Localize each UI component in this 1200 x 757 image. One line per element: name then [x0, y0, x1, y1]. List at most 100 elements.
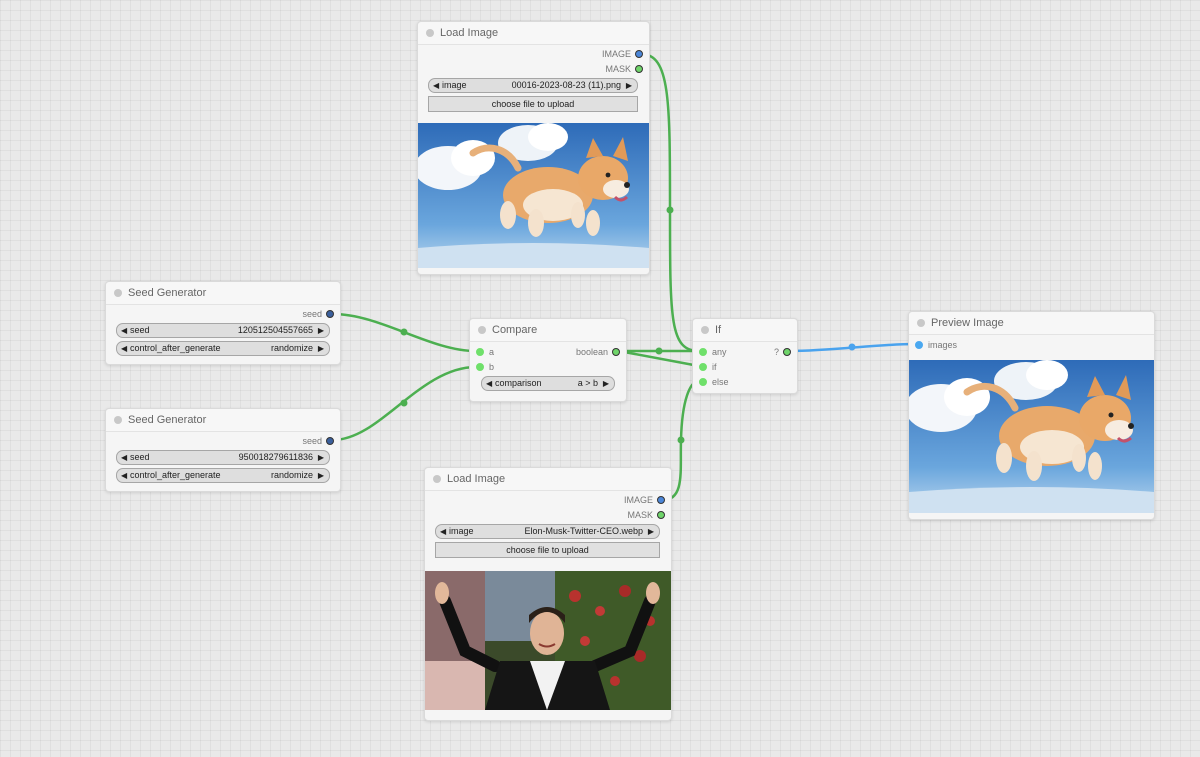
node-title-bar[interactable]: Seed Generator	[106, 409, 340, 432]
left-arrow-icon[interactable]: ◀	[121, 342, 127, 355]
right-arrow-icon[interactable]: ▶	[318, 342, 324, 355]
widget-label: seed	[130, 452, 150, 462]
input-any[interactable]: any	[699, 347, 727, 357]
preview-image-node[interactable]: Preview Image images	[908, 311, 1155, 520]
input-label: images	[928, 340, 958, 350]
input-slot-icon[interactable]	[699, 378, 707, 386]
control-after-generate-widget[interactable]: ◀ control_after_generate randomize ▶	[116, 468, 330, 483]
input-slot-icon[interactable]	[476, 363, 484, 371]
if-node[interactable]: If any if else ?	[692, 318, 798, 394]
left-arrow-icon[interactable]: ◀	[121, 451, 127, 464]
collapse-dot-icon[interactable]	[478, 326, 486, 334]
output-image[interactable]: IMAGE	[624, 495, 665, 505]
link-midpoint[interactable]	[400, 328, 408, 336]
output-slot-icon[interactable]	[635, 50, 643, 58]
node-title: If	[715, 324, 722, 336]
right-arrow-icon[interactable]: ▶	[603, 377, 609, 390]
output-label: ?	[773, 347, 779, 357]
left-arrow-icon[interactable]: ◀	[433, 79, 439, 92]
collapse-dot-icon[interactable]	[114, 289, 122, 297]
collapse-dot-icon[interactable]	[917, 319, 925, 327]
widget-value: 120512504557665	[237, 325, 313, 335]
input-label: b	[489, 362, 495, 372]
widget-value: randomize	[270, 343, 313, 353]
image-select-widget[interactable]: ◀ image Elon-Musk-Twitter-CEO.webp ▶	[435, 524, 660, 539]
seed-widget[interactable]: ◀ seed 120512504557665 ▶	[116, 323, 330, 338]
image-preview	[909, 360, 1154, 513]
load-image-node-bottom[interactable]: Load Image IMAGE MASK ◀ image Elon-Musk-…	[424, 467, 672, 721]
node-title: Load Image	[447, 473, 506, 485]
input-label: else	[712, 377, 729, 387]
left-arrow-icon[interactable]: ◀	[486, 377, 492, 390]
widget-label: comparison	[495, 378, 542, 388]
link-midpoint[interactable]	[677, 436, 685, 444]
input-slot-icon[interactable]	[699, 363, 707, 371]
node-title-bar[interactable]: If	[693, 319, 797, 342]
output-slot-icon[interactable]	[657, 496, 665, 504]
widget-label: seed	[130, 325, 150, 335]
output-boolean[interactable]: boolean	[576, 347, 620, 357]
right-arrow-icon[interactable]: ▶	[318, 324, 324, 337]
link-midpoint[interactable]	[655, 347, 663, 355]
output-slot-icon[interactable]	[783, 348, 791, 356]
upload-button[interactable]: choose file to upload	[428, 96, 638, 112]
input-else[interactable]: else	[699, 377, 729, 387]
node-title-bar[interactable]: Load Image	[418, 22, 649, 45]
left-arrow-icon[interactable]: ◀	[440, 525, 446, 538]
link-midpoint[interactable]	[848, 343, 856, 351]
input-b[interactable]: b	[476, 362, 494, 372]
input-slot-icon[interactable]	[915, 341, 923, 349]
node-title-bar[interactable]: Load Image	[425, 468, 671, 491]
right-arrow-icon[interactable]: ▶	[648, 525, 654, 538]
right-arrow-icon[interactable]: ▶	[318, 469, 324, 482]
link-midpoint[interactable]	[400, 399, 408, 407]
output-slot-icon[interactable]	[657, 511, 665, 519]
image-select-widget[interactable]: ◀ image 00016-2023-08-23 (11).png ▶	[428, 78, 638, 93]
widget-value: a > b	[577, 378, 598, 388]
widget-label: control_after_generate	[130, 470, 221, 480]
widget-label: control_after_generate	[130, 343, 221, 353]
input-slot-icon[interactable]	[476, 348, 484, 356]
image-preview	[425, 571, 671, 710]
node-title: Preview Image	[931, 317, 1004, 329]
output-image[interactable]: IMAGE	[602, 49, 643, 59]
collapse-dot-icon[interactable]	[114, 416, 122, 424]
compare-node[interactable]: Compare a b boolean ◀ comparison a > b ▶	[469, 318, 627, 402]
collapse-dot-icon[interactable]	[426, 29, 434, 37]
link-midpoint[interactable]	[666, 206, 674, 214]
control-after-generate-widget[interactable]: ◀ control_after_generate randomize ▶	[116, 341, 330, 356]
output-slot-icon[interactable]	[326, 310, 334, 318]
input-images[interactable]: images	[915, 340, 957, 350]
collapse-dot-icon[interactable]	[701, 326, 709, 334]
node-title-bar[interactable]: Seed Generator	[106, 282, 340, 305]
node-title: Seed Generator	[128, 414, 207, 426]
right-arrow-icon[interactable]: ▶	[626, 79, 632, 92]
comparison-widget[interactable]: ◀ comparison a > b ▶	[481, 376, 615, 391]
upload-button[interactable]: choose file to upload	[435, 542, 660, 558]
right-arrow-icon[interactable]: ▶	[318, 451, 324, 464]
image-preview	[418, 123, 649, 268]
left-arrow-icon[interactable]: ◀	[121, 469, 127, 482]
output-label: seed	[302, 436, 322, 446]
seed-widget[interactable]: ◀ seed 950018279611836 ▶	[116, 450, 330, 465]
output-slot-icon[interactable]	[326, 437, 334, 445]
left-arrow-icon[interactable]: ◀	[121, 324, 127, 337]
output-slot-icon[interactable]	[635, 65, 643, 73]
node-title-bar[interactable]: Compare	[470, 319, 626, 342]
node-title-bar[interactable]: Preview Image	[909, 312, 1154, 335]
load-image-node-top[interactable]: Load Image IMAGE MASK ◀ image 00016-2023…	[417, 21, 650, 275]
input-a[interactable]: a	[476, 347, 494, 357]
input-label: any	[712, 347, 727, 357]
output-any[interactable]: ?	[774, 347, 791, 357]
seed-generator-node-1[interactable]: Seed Generator seed ◀ seed 1205125045576…	[105, 281, 341, 365]
output-seed[interactable]: seed	[302, 436, 334, 446]
seed-generator-node-2[interactable]: Seed Generator seed ◀ seed 9500182796118…	[105, 408, 341, 492]
input-slot-icon[interactable]	[699, 348, 707, 356]
input-if[interactable]: if	[699, 362, 717, 372]
output-mask[interactable]: MASK	[627, 510, 665, 520]
output-seed[interactable]: seed	[302, 309, 334, 319]
collapse-dot-icon[interactable]	[433, 475, 441, 483]
node-title: Seed Generator	[128, 287, 207, 299]
output-slot-icon[interactable]	[612, 348, 620, 356]
output-mask[interactable]: MASK	[605, 64, 643, 74]
